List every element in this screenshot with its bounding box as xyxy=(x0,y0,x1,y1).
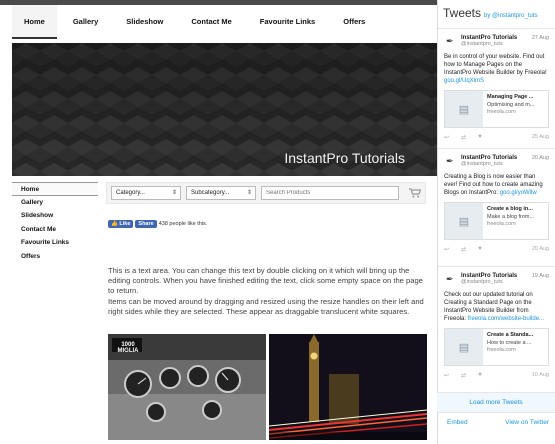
big-ben-illustration xyxy=(269,334,427,440)
card-description: Optimising and m... xyxy=(487,101,535,108)
tweet-text: Creating a Blog is now easier than ever!… xyxy=(444,173,549,197)
tweet-card[interactable]: ▤ Create a blog in... Make a blog from..… xyxy=(444,202,549,240)
tweet-link[interactable]: freeola.com/website-builde... xyxy=(468,316,544,322)
reply-icon[interactable]: ↩ xyxy=(444,134,449,141)
tweet: ✒ InstantPro Tutorials @instantpro_tuts … xyxy=(438,28,555,148)
card-domain: freeola.com xyxy=(487,347,516,353)
tweet-text: Check out our updated tutorial on Creati… xyxy=(444,291,549,323)
text-area[interactable]: This is a text area. You can change this… xyxy=(108,266,428,317)
search-products-input[interactable] xyxy=(261,186,399,200)
subcategory-select[interactable]: Subcategory... ⇕ xyxy=(186,186,256,200)
car-dashboard-image: 1000 MIGLIA xyxy=(108,334,266,440)
nav-contact-me[interactable]: Contact Me xyxy=(179,5,243,39)
tweet-card-body: Managing Page ... Optimising and m... fr… xyxy=(483,91,548,127)
tweet: ✒ InstantPro Tutorials @instantpro_tuts … xyxy=(438,266,555,392)
card-title: Create a blog in... xyxy=(487,206,533,212)
side-nav: Home Gallery Slideshow Contact Me Favour… xyxy=(12,182,98,263)
subcategory-select-value: Subcategory... xyxy=(191,190,230,196)
facebook-share-button[interactable]: Share xyxy=(135,220,157,228)
tweet-date[interactable]: 27 Aug xyxy=(532,35,549,41)
load-more-tweets-button[interactable]: Load more Tweets xyxy=(437,392,555,412)
text-paragraph: Items can be moved around by dragging an… xyxy=(108,296,424,316)
retweet-icon[interactable]: ⇄ xyxy=(461,372,466,379)
nav-slideshow[interactable]: Slideshow xyxy=(114,5,175,39)
tweet-card-body: Create a blog in... Make a blog from... … xyxy=(483,203,548,239)
facebook-like-label: Like xyxy=(119,221,131,227)
twitter-header: Tweets by @instantpro_tuts xyxy=(438,0,555,28)
tweet-footer-date: 25 Aug xyxy=(531,134,549,140)
nav-home[interactable]: Home xyxy=(12,5,57,39)
card-description: How to create a ... xyxy=(487,339,532,346)
card-domain: freeola.com xyxy=(487,221,516,227)
facebook-like-count: 438 people like this. xyxy=(158,221,208,227)
twitter-handle-link[interactable]: by @instantpro_tuts xyxy=(484,13,537,19)
category-select-value: Category... xyxy=(116,190,145,196)
hero-banner: InstantPro Tutorials xyxy=(12,43,437,176)
document-icon: ▤ xyxy=(445,329,483,365)
tweet-handle[interactable]: @instantpro_tuts xyxy=(461,161,549,167)
card-title: Create a Standa... xyxy=(487,332,534,338)
tweet-date[interactable]: 19 Aug xyxy=(532,273,549,279)
view-on-twitter-link[interactable]: View on Twitter xyxy=(505,419,549,426)
sidebar-item-slideshow[interactable]: Slideshow xyxy=(12,209,98,223)
big-ben-night-image xyxy=(269,334,427,440)
category-select[interactable]: Category... ⇕ xyxy=(111,186,181,200)
like-heart-icon[interactable]: ♥ xyxy=(478,134,482,140)
tweet-date[interactable]: 20 Aug xyxy=(532,155,549,161)
tweet-link[interactable]: goo.gl/yoWilw xyxy=(500,190,537,196)
tweet-handle[interactable]: @instantpro_tuts xyxy=(461,41,549,47)
sidebar-item-contact-me[interactable]: Contact Me xyxy=(12,223,98,237)
tweet-footer-date: 20 Aug xyxy=(531,246,549,252)
nav-favourite-links[interactable]: Favourite Links xyxy=(248,5,327,39)
nav-gallery[interactable]: Gallery xyxy=(61,5,110,39)
reply-icon[interactable]: ↩ xyxy=(444,246,449,253)
embed-link[interactable]: Embed xyxy=(447,419,468,426)
tweet-footer-date: 10 Aug xyxy=(531,372,549,378)
twitter-widget: Tweets by @instantpro_tuts ✒ InstantPro … xyxy=(437,0,555,444)
card-title: Managing Page ... xyxy=(487,94,534,100)
tweet-text: Be in control of your website. Find out … xyxy=(444,53,549,85)
document-icon: ▤ xyxy=(445,203,483,239)
badge-text: MIGLIA xyxy=(117,348,139,354)
tweet-link[interactable]: goo.gl/UqXlmS xyxy=(444,78,484,84)
card-domain: freeola.com xyxy=(487,109,516,115)
text-paragraph: This is a text area. You can change this… xyxy=(108,266,423,296)
tweet-card[interactable]: ▤ Managing Page ... Optimising and m... … xyxy=(444,90,549,128)
shopping-cart-icon[interactable] xyxy=(409,188,422,198)
facebook-like-widget: 👍 Like Share 438 people like this. xyxy=(108,220,207,228)
facebook-like-button[interactable]: 👍 Like xyxy=(108,220,134,228)
tweet-actions: ↩ ⇄ ♥ 25 Aug xyxy=(444,131,549,143)
hero-title: InstantPro Tutorials xyxy=(284,150,405,166)
tweet: ✒ InstantPro Tutorials @instantpro_tuts … xyxy=(438,148,555,266)
tweet-text-body: Be in control of your website. Find out … xyxy=(444,54,547,76)
tweet-actions: ↩ ⇄ ♥ 10 Aug xyxy=(444,369,549,381)
sidebar-item-gallery[interactable]: Gallery xyxy=(12,196,98,210)
sidebar-item-offers[interactable]: Offers xyxy=(12,250,98,264)
tweet-card[interactable]: ▤ Create a Standa... How to create a ...… xyxy=(444,328,549,366)
sidebar-item-home[interactable]: Home xyxy=(12,182,98,196)
shop-filter-bar: Category... ⇕ Subcategory... ⇕ xyxy=(106,182,426,204)
tweet-card-body: Create a Standa... How to create a ... f… xyxy=(483,329,548,365)
like-heart-icon[interactable]: ♥ xyxy=(478,246,482,252)
nav-offers[interactable]: Offers xyxy=(331,5,377,39)
card-description: Make a blog from... xyxy=(487,213,535,220)
chevron-updown-icon: ⇕ xyxy=(246,190,252,196)
feather-pen-icon: ✒ xyxy=(446,36,454,46)
reply-icon[interactable]: ↩ xyxy=(444,372,449,379)
tweet-handle[interactable]: @instantpro_tuts xyxy=(461,279,549,285)
retweet-icon[interactable]: ⇄ xyxy=(461,134,466,141)
chevron-updown-icon: ⇕ xyxy=(171,190,177,196)
twitter-footer: Embed View on Twitter xyxy=(437,412,555,432)
sidebar-item-favourite-links[interactable]: Favourite Links xyxy=(12,236,98,250)
tweet-actions: ↩ ⇄ ♥ 20 Aug xyxy=(444,243,549,255)
document-icon: ▤ xyxy=(445,91,483,127)
feather-pen-icon: ✒ xyxy=(446,274,454,284)
main-nav: Home Gallery Slideshow Contact Me Favour… xyxy=(12,5,437,39)
feather-pen-icon: ✒ xyxy=(446,156,454,166)
retweet-icon[interactable]: ⇄ xyxy=(461,246,466,253)
like-heart-icon[interactable]: ♥ xyxy=(478,372,482,378)
twitter-title: Tweets xyxy=(443,6,482,20)
